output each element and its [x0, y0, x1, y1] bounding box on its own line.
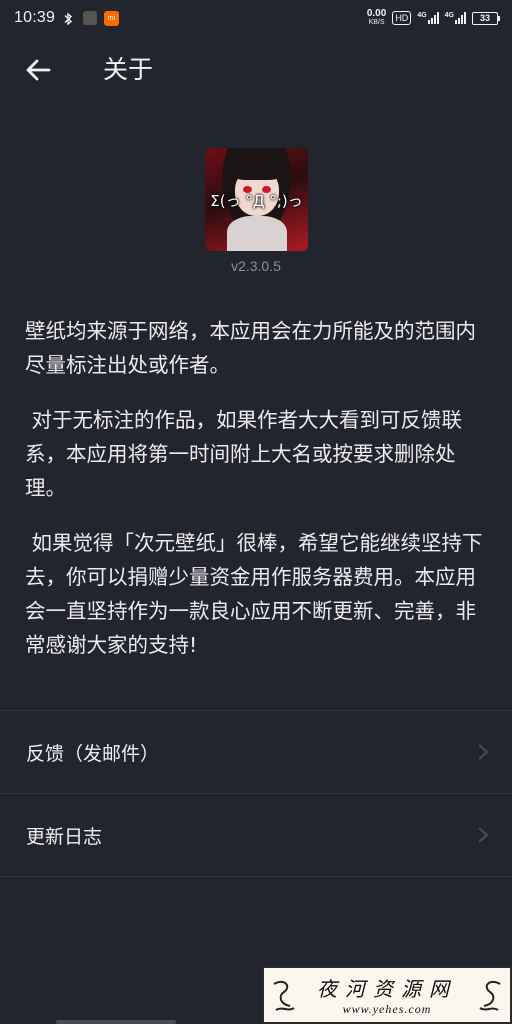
status-time: 10:39 — [14, 9, 56, 26]
about-paragraph-source: 壁纸均来源于网络，本应用会在力所能及的范围内尽量标注出处或作者。 — [25, 319, 476, 377]
signal-sim2: 4G — [445, 12, 466, 24]
back-arrow-icon — [26, 59, 51, 81]
network-speed: 0.00 KB/S — [367, 9, 386, 27]
ornament-icon — [479, 980, 501, 1011]
signal-sim1: 4G — [417, 12, 439, 24]
divider — [0, 876, 512, 877]
about-content: 壁纸均来源于网络，本应用会在力所能及的范围内尽量标注出处或作者。 对于无标注的作… — [25, 314, 490, 683]
page-title: 关于 — [103, 55, 154, 84]
about-paragraph-attribution: 对于无标注的作品，如果作者大大看到可反馈联系，本应用将第一时间附上大名或按要求删… — [25, 408, 463, 500]
chevron-right-icon — [478, 827, 489, 843]
feedback-row[interactable]: 反馈（发邮件） — [0, 711, 512, 793]
chevron-right-icon — [478, 744, 489, 760]
bluetooth-icon — [62, 11, 76, 26]
logo-body — [227, 216, 287, 251]
watermark-banner: 夜河资源网 www.yehes.com — [262, 966, 512, 1024]
watermark-url: www.yehes.com — [342, 1002, 432, 1016]
hd-voice-badge: HD — [392, 11, 412, 25]
toolbar: 关于 — [0, 36, 512, 102]
navigation-handle[interactable] — [56, 1020, 176, 1024]
status-right: 0.00 KB/S HD 4G 4G 33 — [367, 9, 500, 27]
changelog-row[interactable]: 更新日志 — [0, 794, 512, 876]
feedback-label: 反馈（发邮件） — [26, 742, 160, 765]
logo-emoticon: Σ(っ °Д °;)っ — [210, 192, 303, 210]
status-left: 10:39 mi — [14, 9, 120, 27]
about-paragraph-support: 如果觉得「次元壁纸」很棒，希望它能继续坚持下去，你可以捐赠少量资金用作服务器费用… — [25, 531, 483, 657]
signal-sim2-label: 4G — [444, 12, 454, 19]
signal-bars-icon — [455, 12, 466, 24]
notification-app-icon — [83, 11, 98, 25]
signal-sim1-label: 4G — [417, 12, 427, 19]
notification-mi-icon: mi — [104, 10, 120, 26]
status-bar: 10:39 mi 0.00 KB/S HD 4G 4G 33 — [0, 0, 512, 36]
watermark-title: 夜河资源网 — [317, 977, 457, 1001]
back-button[interactable] — [22, 54, 54, 86]
network-speed-unit: KB/S — [368, 19, 385, 26]
network-speed-value: 0.00 — [366, 8, 387, 19]
signal-bars-icon — [427, 12, 439, 24]
battery-icon: 33 — [472, 11, 500, 25]
logo-bangs — [229, 154, 285, 180]
app-version: v2.3.0.5 — [231, 258, 281, 274]
about-screen: 10:39 mi 0.00 KB/S HD 4G 4G 33 关于 Σ(っ °Д… — [0, 0, 512, 1024]
ornament-icon — [273, 980, 295, 1011]
changelog-label: 更新日志 — [26, 825, 103, 848]
app-logo: Σ(っ °Д °;)っ — [205, 148, 308, 251]
